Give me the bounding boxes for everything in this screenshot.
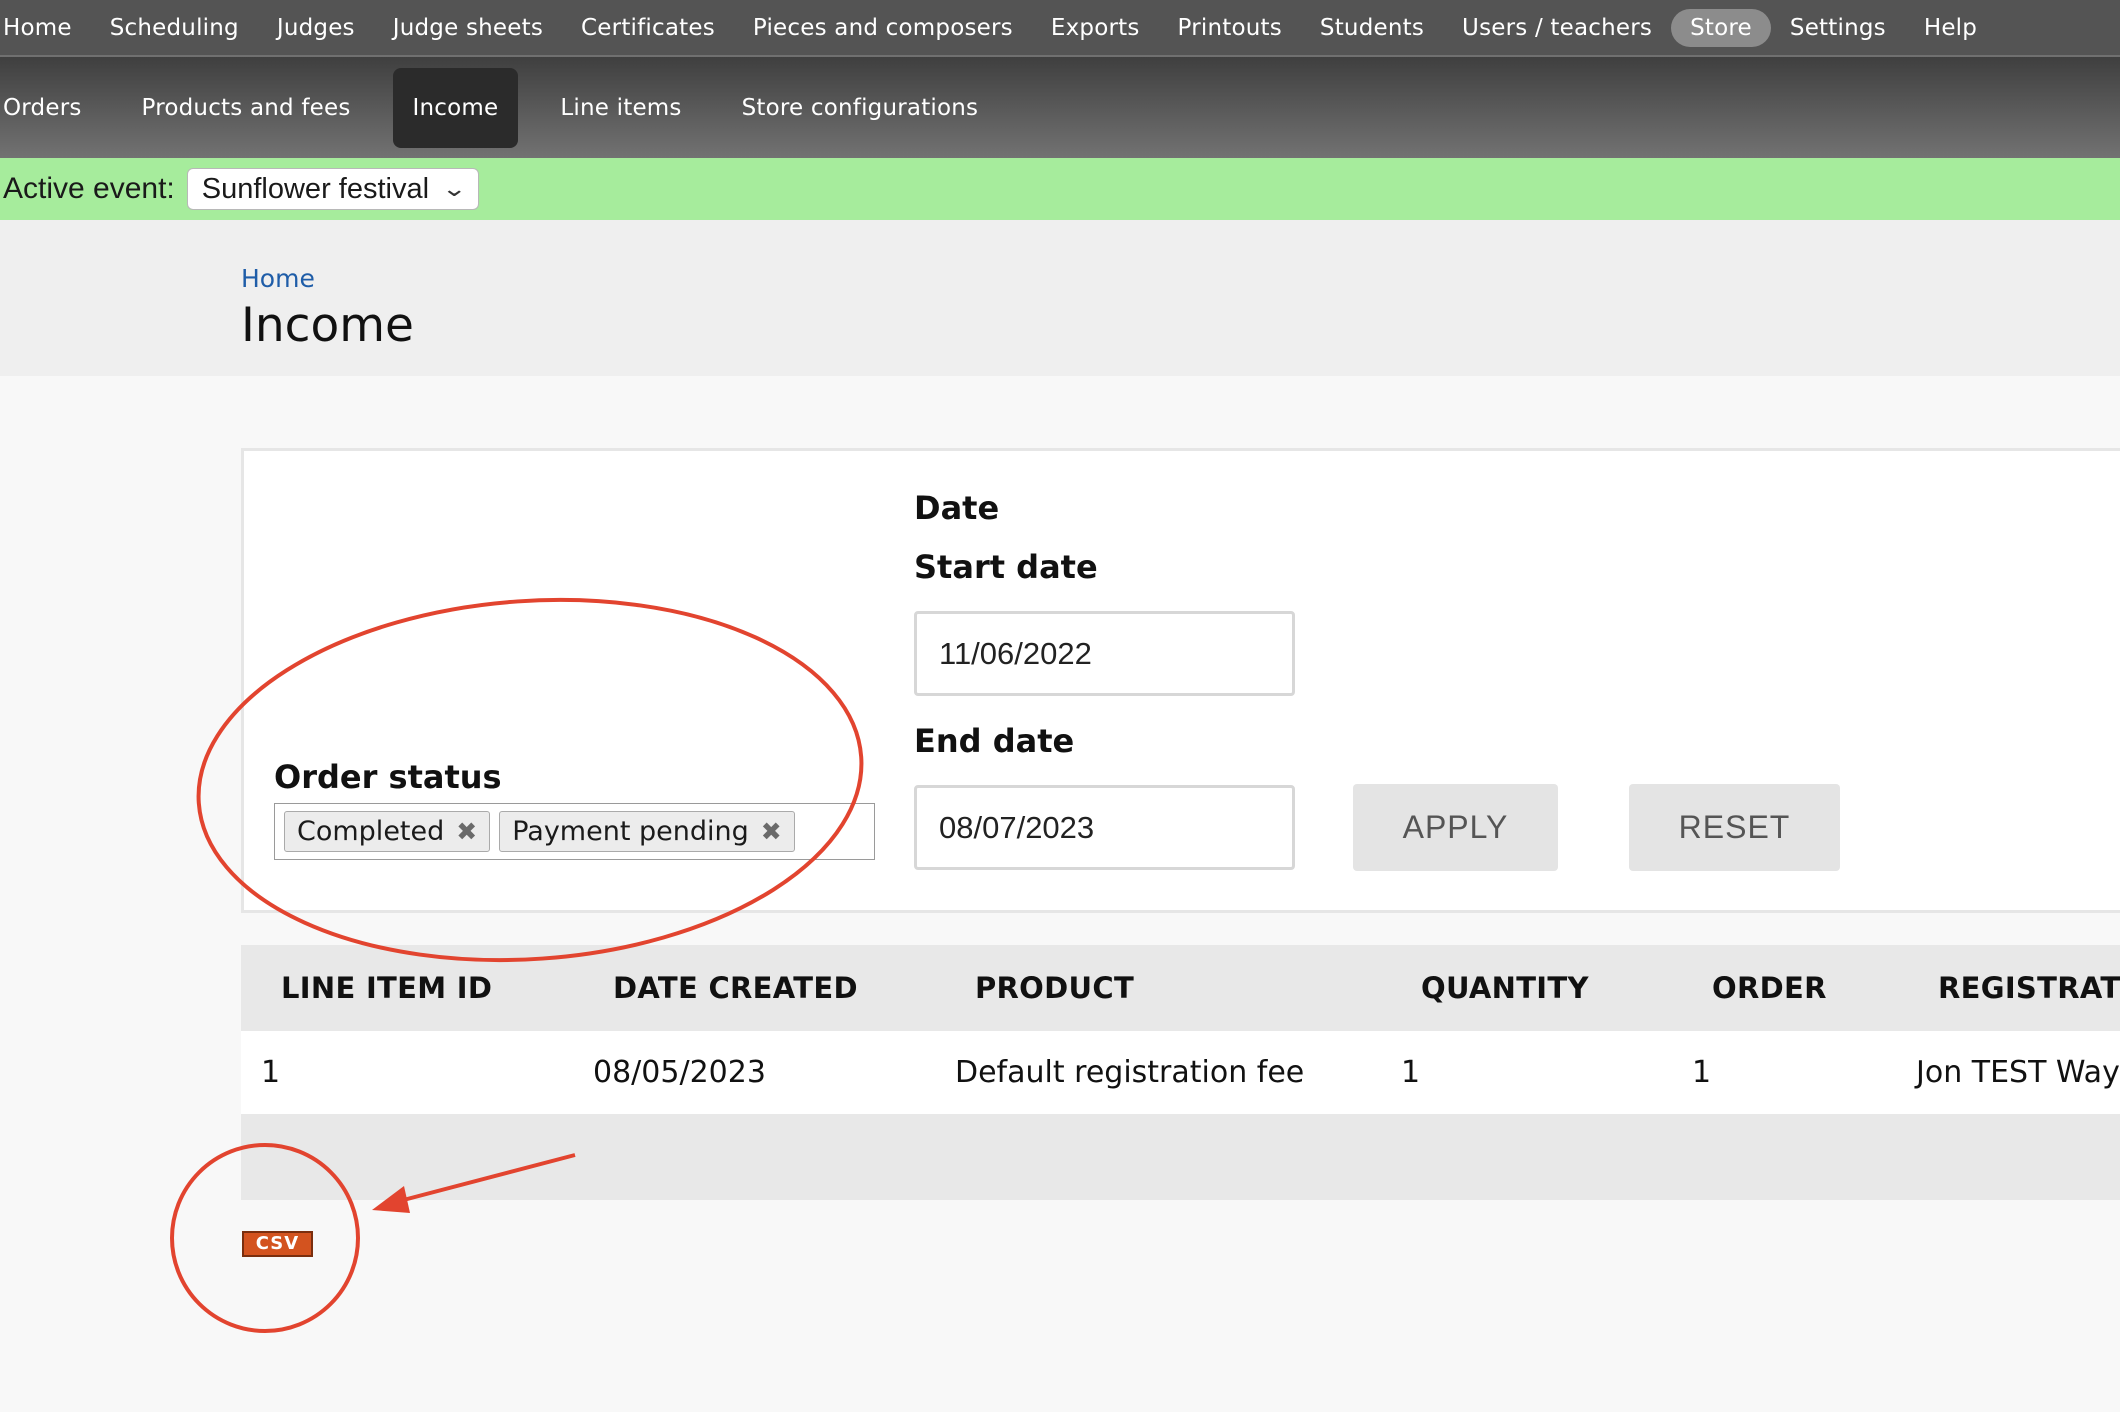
nav-store[interactable]: Store [1671,8,1771,47]
end-date-label: End date [914,722,1075,760]
table-header: LINE ITEM ID DATE CREATED PRODUCT QUANTI… [241,945,2120,1031]
nav-home[interactable]: Home [0,9,91,47]
nav-settings[interactable]: Settings [1771,9,1905,47]
breadcrumb-home[interactable]: Home [241,264,315,293]
nav-printouts[interactable]: Printouts [1159,9,1301,47]
order-status-multiselect[interactable]: Completed ✖ Payment pending ✖ [274,803,875,860]
chip-payment-pending: Payment pending ✖ [499,811,795,852]
primary-nav: Home Scheduling Judges Judge sheets Cert… [0,0,2120,55]
page-header: Home Income [0,220,2120,376]
reset-button[interactable]: RESET [1629,784,1840,871]
cell-product: Default registration fee [955,1055,1305,1090]
nav-help[interactable]: Help [1905,9,1996,47]
chip-completed: Completed ✖ [284,811,491,852]
cell-date-created: 08/05/2023 [593,1055,766,1090]
table-footer [241,1114,2120,1200]
store-subnav: Orders Products and fees Income Line ite… [0,57,2120,158]
col-registration[interactable]: REGISTRATIO [1938,945,2120,1031]
nav-judge-sheets[interactable]: Judge sheets [374,9,562,47]
nav-users-teachers[interactable]: Users / teachers [1443,9,1671,47]
chip-label: Completed [297,816,445,847]
order-status-label: Order status [274,758,502,796]
active-event-select[interactable]: Sunflower festival ⌄ [186,168,479,210]
secondary-nav: Orders Products and fees Income Line ite… [0,57,2120,158]
active-event-label: Active event: [3,172,175,205]
chevron-down-icon: ⌄ [441,176,468,201]
nav-students[interactable]: Students [1301,9,1443,47]
chip-label: Payment pending [512,816,749,847]
filter-form: Date Start date 11/06/2022 End date 08/0… [241,448,2120,913]
active-event-bar: Active event: Sunflower festival ⌄ [0,158,2120,220]
subnav-income[interactable]: Income [392,67,519,148]
page-title: Income [241,298,414,353]
cell-order[interactable]: 1 [1692,1031,1711,1114]
cell-quantity: 1 [1401,1055,1421,1090]
end-date-input[interactable]: 08/07/2023 [914,785,1295,870]
start-date-input[interactable]: 11/06/2022 [914,611,1295,696]
col-line-item-id[interactable]: LINE ITEM ID [281,945,492,1031]
nav-pieces-and-composers[interactable]: Pieces and composers [734,9,1032,47]
col-product[interactable]: PRODUCT [975,945,1134,1031]
table-row: 1 08/05/2023 Default registration fee 1 … [241,1031,2120,1114]
subnav-store-configurations[interactable]: Store configurations [712,68,1009,148]
remove-icon[interactable]: ✖ [456,817,477,846]
col-quantity[interactable]: QUANTITY [1421,945,1589,1031]
date-group-label: Date [914,489,1000,527]
admin-toolbar: Home Scheduling Judges Judge sheets Cert… [0,0,2120,57]
start-date-label: Start date [914,548,1098,586]
cell-line-item-id: 1 [261,1055,281,1090]
subnav-line-items[interactable]: Line items [530,68,711,148]
remove-icon[interactable]: ✖ [761,817,782,846]
active-event-value: Sunflower festival [201,172,430,205]
subnav-products-and-fees[interactable]: Products and fees [112,68,381,148]
nav-exports[interactable]: Exports [1032,9,1159,47]
col-date-created[interactable]: DATE CREATED [613,945,858,1031]
subnav-orders[interactable]: Orders [0,68,112,148]
col-order[interactable]: ORDER [1712,945,1827,1031]
nav-judges[interactable]: Judges [258,9,374,47]
nav-scheduling[interactable]: Scheduling [91,9,258,47]
csv-export-button[interactable]: CSV [242,1231,313,1257]
apply-button[interactable]: APPLY [1353,784,1558,871]
cell-registration[interactable]: Jon TEST Wayn [1916,1031,2120,1114]
income-table: LINE ITEM ID DATE CREATED PRODUCT QUANTI… [241,945,2120,1200]
nav-certificates[interactable]: Certificates [562,9,734,47]
